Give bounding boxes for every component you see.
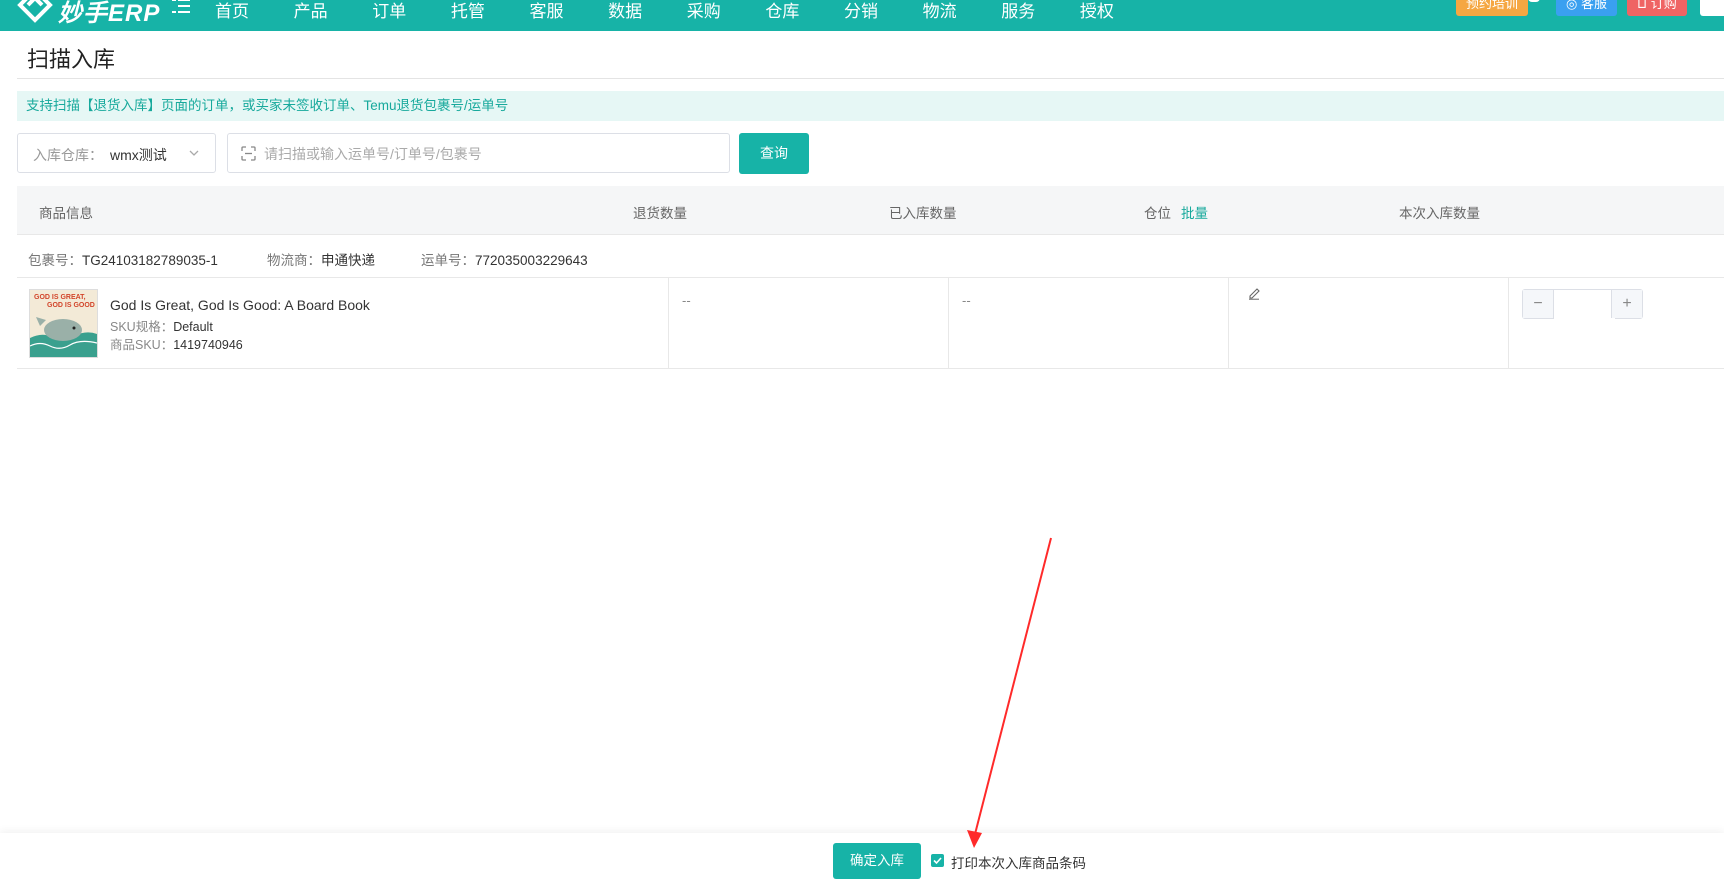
quantity-input[interactable] <box>1554 291 1615 319</box>
column-divider <box>948 278 949 369</box>
carrier: 物流商：申通快递 <box>267 249 375 269</box>
nav-item-logistics[interactable]: 物流 <box>923 0 957 22</box>
scan-input[interactable] <box>262 142 716 166</box>
table-header: 商品信息 退货数量 已入库数量 仓位 批量 本次入库数量 <box>17 186 1724 235</box>
warehouse-label: 入库仓库： <box>33 147 103 163</box>
arrow-line <box>973 537 1052 839</box>
top-nav-bar: 妙手ERP 首页 产品 订单 托管 客服 数据 采购 仓库 分销 物流 服务 授… <box>0 0 1724 31</box>
waybill-number: 运单号：772035003229643 <box>421 249 588 269</box>
nav-item-services[interactable]: 服务 <box>1001 0 1035 22</box>
product-thumbnail[interactable]: GOD IS GREAT, GOD IS GOOD <box>29 289 98 358</box>
stocked-qty-value: -- <box>962 293 971 308</box>
main-nav: 首页 产品 订单 托管 客服 数据 采购 仓库 分销 物流 服务 授权 <box>215 0 1155 22</box>
headset-icon: ◎ <box>1566 0 1581 11</box>
order-label: 订购 <box>1650 0 1677 11</box>
header-location-label: 仓位 <box>1144 206 1171 221</box>
waybill-number-key: 运单号： <box>421 253 475 268</box>
product-sku-value: 1419740946 <box>173 338 243 352</box>
print-barcode-label[interactable]: 打印本次入库商品条码 <box>951 852 1086 872</box>
decrease-button[interactable]: − <box>1523 290 1554 318</box>
product-sku-key: 商品SKU： <box>110 338 174 352</box>
warehouse-select[interactable]: 入库仓库： wmx测试 <box>17 133 216 173</box>
header-stocked-qty: 已入库数量 <box>889 206 957 221</box>
query-button[interactable]: 查询 <box>739 133 809 174</box>
nav-item-orders[interactable]: 订单 <box>372 0 406 22</box>
column-divider <box>1228 278 1229 369</box>
page-title: 扫描入库 <box>27 47 116 72</box>
cover-text-2: GOD IS GOOD <box>47 302 95 309</box>
cover-text-1: GOD IS GREAT, <box>34 294 86 301</box>
return-qty-value: -- <box>682 293 691 308</box>
header-product: 商品信息 <box>39 206 93 221</box>
header-return-qty: 退货数量 <box>633 206 687 221</box>
product-cover-image: GOD IS GREAT, GOD IS GOOD <box>30 290 97 357</box>
chevron-down-icon <box>189 150 199 156</box>
footer-bar: 确定入库 打印本次入库商品条码 <box>0 833 1724 888</box>
info-notice: 支持扫描【退货入库】页面的订单，或买家未签收订单、Temu退货包裹号/运单号 <box>17 91 1724 121</box>
cart-icon: ⊔ <box>1637 0 1651 11</box>
training-badge-tip <box>1528 0 1540 2</box>
product-sku: 商品SKU：1419740946 <box>110 334 243 353</box>
package-number: 包裹号：TG24103182789035-1 <box>28 249 218 269</box>
increase-button[interactable]: + <box>1611 290 1642 318</box>
column-divider <box>1508 278 1509 369</box>
package-row: 包裹号：TG24103182789035-1 物流商：申通快递 运单号：7720… <box>17 235 1724 278</box>
logo-icon[interactable] <box>16 0 54 24</box>
edit-location-icon[interactable] <box>1247 286 1261 300</box>
check-icon <box>933 857 942 865</box>
package-number-key: 包裹号： <box>28 253 82 268</box>
title-divider <box>17 78 1724 79</box>
top-right-button[interactable] <box>1700 0 1724 16</box>
sku-spec-value: Default <box>173 320 213 334</box>
warehouse-value: wmx测试 <box>110 147 167 163</box>
carrier-value: 申通快递 <box>321 253 375 268</box>
carrier-key: 物流商： <box>267 253 321 268</box>
nav-item-warehouse[interactable]: 仓库 <box>765 0 799 22</box>
header-location: 仓位 批量 <box>1144 202 1208 222</box>
column-divider <box>668 278 669 369</box>
waybill-number-value: 772035003229643 <box>475 253 588 268</box>
scan-icon <box>241 146 256 161</box>
training-badge[interactable]: 预约培训 <box>1456 0 1529 16</box>
nav-item-distribution[interactable]: 分销 <box>844 0 878 22</box>
nav-item-products[interactable]: 产品 <box>294 0 328 22</box>
nav-item-home[interactable]: 首页 <box>215 0 249 22</box>
nav-item-hosting[interactable]: 托管 <box>451 0 485 22</box>
package-number-value: TG24103182789035-1 <box>82 253 218 268</box>
service-label: 客服 <box>1580 0 1607 11</box>
order-button[interactable]: ⊔ 订购 <box>1627 0 1687 16</box>
nav-item-data[interactable]: 数据 <box>608 0 642 22</box>
logo-text[interactable]: 妙手ERP <box>58 0 160 28</box>
quantity-stepper: − + <box>1522 289 1643 319</box>
nav-item-authorization[interactable]: 授权 <box>1080 0 1114 22</box>
product-title[interactable]: God Is Great, God Is Good: A Board Book <box>110 297 370 313</box>
menu-toggle-icon[interactable] <box>172 0 190 14</box>
nav-item-customer-service[interactable]: 客服 <box>530 0 564 22</box>
header-this-qty: 本次入库数量 <box>1399 206 1480 221</box>
confirm-stock-in-button[interactable]: 确定入库 <box>833 843 921 879</box>
scan-input-wrapper <box>227 133 730 173</box>
sku-spec: SKU规格：Default <box>110 316 213 335</box>
nav-item-purchase[interactable]: 采购 <box>687 0 721 22</box>
table-row: GOD IS GREAT, GOD IS GOOD God Is Great, … <box>17 278 1724 369</box>
batch-link[interactable]: 批量 <box>1181 206 1208 221</box>
print-barcode-checkbox[interactable] <box>931 854 944 867</box>
service-button[interactable]: ◎ 客服 <box>1556 0 1617 16</box>
sku-spec-key: SKU规格： <box>110 320 174 334</box>
